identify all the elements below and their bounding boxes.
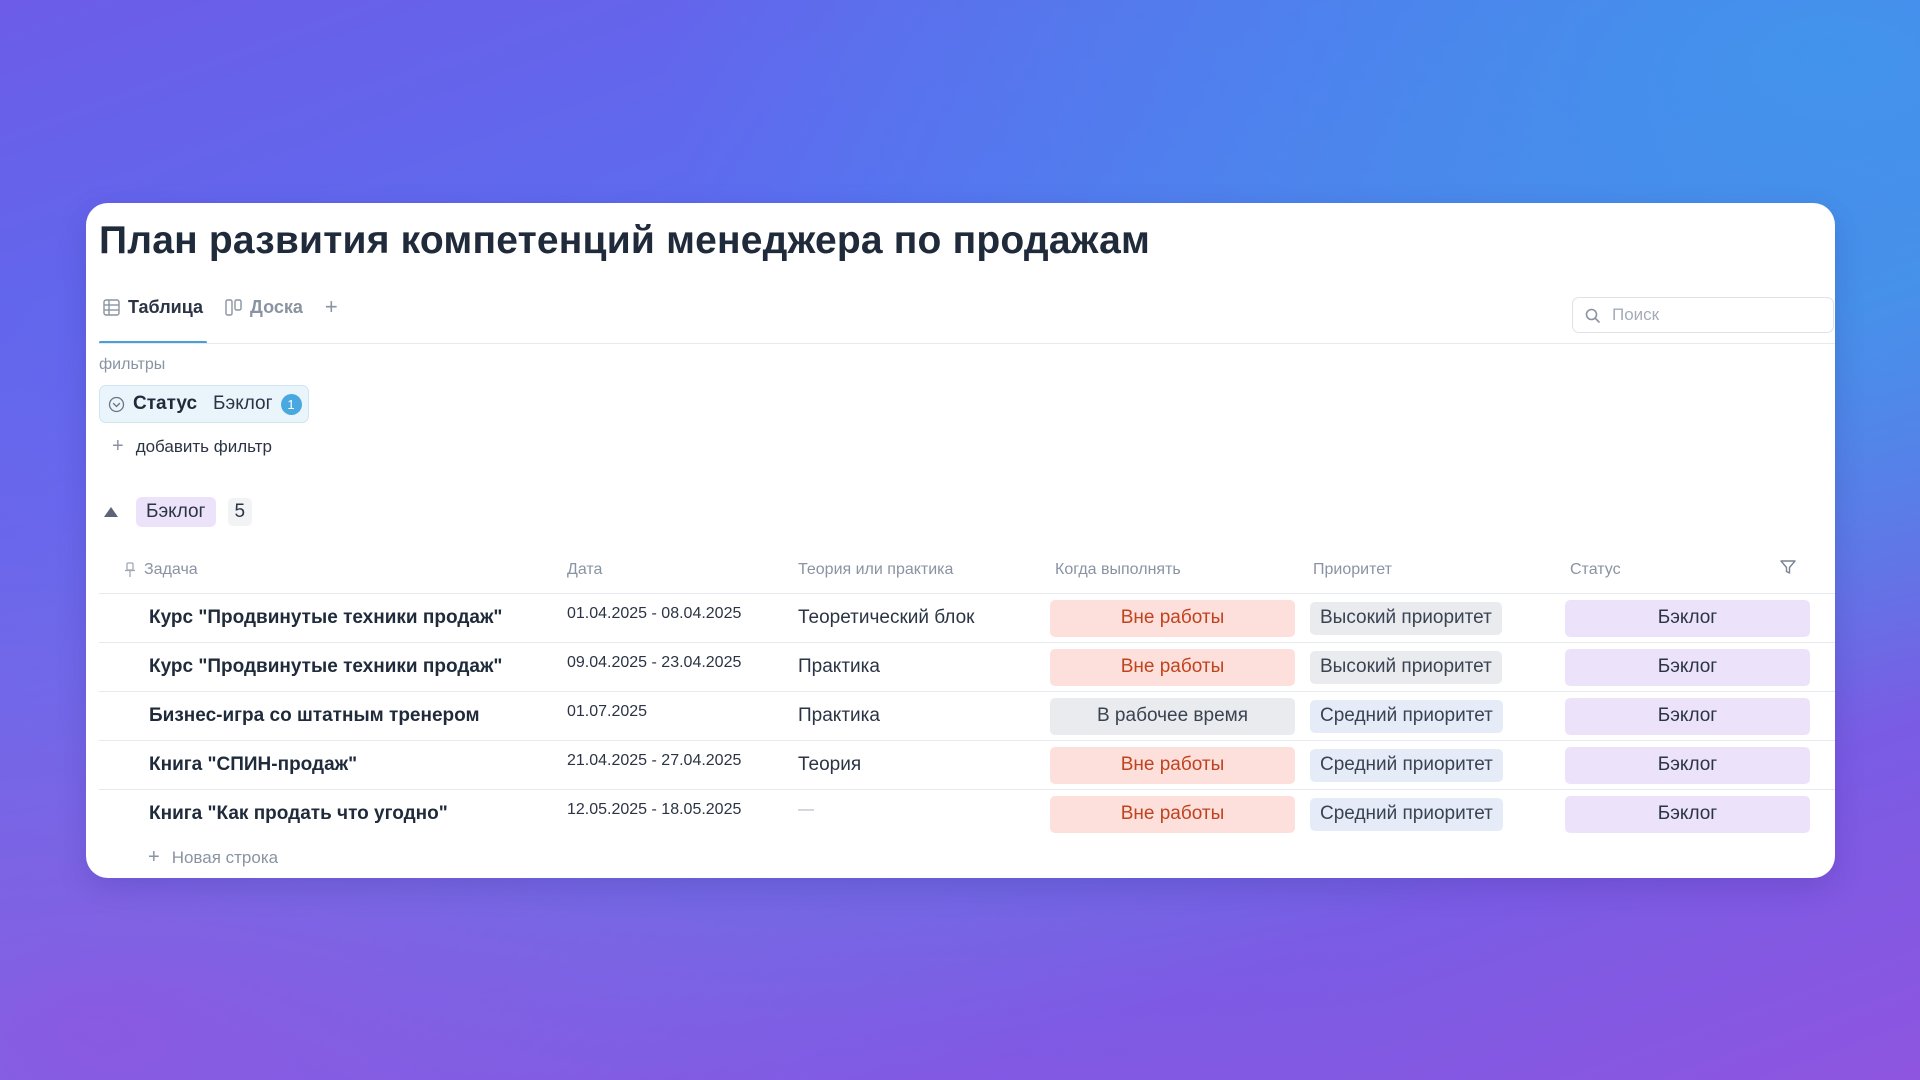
filter-count-badge: 1 — [280, 393, 302, 415]
priority-tag: Средний приоритет — [1310, 748, 1503, 782]
column-header-type[interactable]: Теория или практика — [798, 561, 953, 579]
cell-priority[interactable]: Средний приоритет — [1310, 790, 1503, 838]
when-tag: В рабочее время — [1050, 697, 1295, 735]
cell-type[interactable]: Теоретический блок — [798, 594, 974, 642]
cell-priority[interactable]: Высокий приоритет — [1310, 643, 1502, 691]
chevron-down-circle-icon — [108, 396, 125, 413]
status-tag: Бэклог — [1565, 599, 1810, 637]
cell-date[interactable]: 09.04.2025 - 23.04.2025 — [567, 639, 741, 687]
group-count: 5 — [227, 498, 253, 526]
cell-priority[interactable]: Высокий приоритет — [1310, 594, 1502, 642]
plus-icon: + — [148, 846, 160, 868]
cell-when[interactable]: Вне работы — [1050, 643, 1295, 691]
cell-task[interactable]: Бизнес-игра со штатным тренером — [149, 692, 480, 740]
tab-table[interactable]: Таблица — [99, 291, 207, 323]
page-title: План развития компетенций менеджера по п… — [99, 219, 1151, 262]
when-tag: Вне работы — [1050, 648, 1295, 686]
cell-task[interactable]: Книга "Как продать что угодно" — [149, 790, 448, 838]
priority-tag: Средний приоритет — [1310, 699, 1503, 733]
status-tag: Бэклог — [1565, 697, 1810, 735]
cell-type[interactable]: Теория — [798, 741, 861, 789]
cell-type[interactable]: — — [798, 786, 814, 834]
filter-value: Бэклог — [213, 393, 273, 414]
cell-type[interactable]: Практика — [798, 692, 880, 740]
board-icon — [225, 298, 242, 316]
cell-task[interactable]: Книга "СПИН-продаж" — [149, 741, 357, 789]
cell-priority[interactable]: Средний приоритет — [1310, 692, 1503, 740]
filter-chip-status[interactable]: Статус Бэклог 1 — [99, 385, 309, 423]
cell-status[interactable]: Бэклог — [1565, 594, 1810, 642]
cell-priority[interactable]: Средний приоритет — [1310, 741, 1503, 789]
priority-tag: Средний приоритет — [1310, 797, 1503, 831]
cell-status[interactable]: Бэклог — [1565, 643, 1810, 691]
table-row[interactable]: Курс "Продвинутые техники продаж" 09.04.… — [99, 642, 1835, 691]
status-tag: Бэклог — [1565, 746, 1810, 784]
cell-status[interactable]: Бэклог — [1565, 741, 1810, 789]
add-view-button[interactable]: + — [325, 291, 338, 323]
column-header-priority[interactable]: Приоритет — [1313, 561, 1392, 579]
cell-date[interactable]: 12.05.2025 - 18.05.2025 — [567, 786, 741, 834]
table-icon — [103, 298, 120, 316]
table-row[interactable]: Книга "СПИН-продаж" 21.04.2025 - 27.04.2… — [99, 740, 1835, 789]
add-row-button[interactable]: + Новая строка — [148, 846, 278, 869]
column-header-when[interactable]: Когда выполнять — [1055, 561, 1181, 579]
cell-type[interactable]: Практика — [798, 643, 880, 691]
when-tag: Вне работы — [1050, 599, 1295, 637]
cell-task[interactable]: Курс "Продвинутые техники продаж" — [149, 643, 502, 691]
add-filter-label: добавить фильтр — [135, 436, 272, 456]
table-row[interactable]: Курс "Продвинутые техники продаж" 01.04.… — [99, 593, 1835, 642]
tabs-divider — [99, 343, 1835, 344]
search-input[interactable] — [1610, 304, 1814, 326]
plus-icon: + — [112, 435, 124, 457]
cell-when[interactable]: Вне работы — [1050, 741, 1295, 789]
table-body: Курс "Продвинутые техники продаж" 01.04.… — [99, 593, 1835, 838]
cell-task[interactable]: Курс "Продвинутые техники продаж" — [149, 594, 502, 642]
priority-tag: Высокий приоритет — [1310, 601, 1502, 635]
filter-name: Статус — [133, 393, 198, 414]
cell-date[interactable]: 21.04.2025 - 27.04.2025 — [567, 737, 741, 785]
column-header-status[interactable]: Статус — [1570, 561, 1621, 579]
status-tag: Бэклог — [1565, 795, 1810, 833]
tab-board-label: Доска — [250, 296, 303, 317]
cell-status[interactable]: Бэклог — [1565, 790, 1810, 838]
cell-date[interactable]: 01.04.2025 - 08.04.2025 — [567, 590, 741, 638]
database-card: План развития компетенций менеджера по п… — [86, 203, 1835, 878]
status-tag: Бэклог — [1565, 648, 1810, 686]
cell-date[interactable]: 01.07.2025 — [567, 688, 647, 736]
tab-table-label: Таблица — [128, 296, 204, 317]
table-row[interactable]: Книга "Как продать что угодно" 12.05.202… — [99, 789, 1835, 838]
group-tag: Бэклог — [136, 497, 216, 527]
pin-icon — [124, 562, 136, 578]
column-task-label: Задача — [144, 561, 198, 578]
cell-when[interactable]: Вне работы — [1050, 594, 1295, 642]
table-header: Задача Дата Теория или практика Когда вы… — [99, 552, 1835, 597]
when-tag: Вне работы — [1050, 746, 1295, 784]
column-header-task[interactable]: Задача — [124, 561, 198, 579]
priority-tag: Высокий приоритет — [1310, 650, 1502, 684]
group-header-backlog: Бэклог 5 — [104, 497, 253, 527]
cell-status[interactable]: Бэклог — [1565, 692, 1810, 740]
view-tabs: Таблица Доска + — [99, 291, 338, 347]
filters-label: фильтры — [99, 356, 166, 373]
column-header-date[interactable]: Дата — [567, 561, 602, 579]
cell-when[interactable]: В рабочее время — [1050, 692, 1295, 740]
filter-icon[interactable] — [1779, 558, 1797, 576]
search-icon — [1585, 308, 1600, 323]
add-filter-button[interactable]: + добавить фильтр — [112, 435, 272, 458]
cell-when[interactable]: Вне работы — [1050, 790, 1295, 838]
when-tag: Вне работы — [1050, 795, 1295, 833]
collapse-triangle-icon[interactable] — [104, 507, 118, 517]
table-row[interactable]: Бизнес-игра со штатным тренером 01.07.20… — [99, 691, 1835, 740]
tab-board[interactable]: Доска — [221, 291, 307, 323]
add-row-label: Новая строка — [171, 847, 279, 867]
search-box[interactable] — [1572, 297, 1834, 333]
